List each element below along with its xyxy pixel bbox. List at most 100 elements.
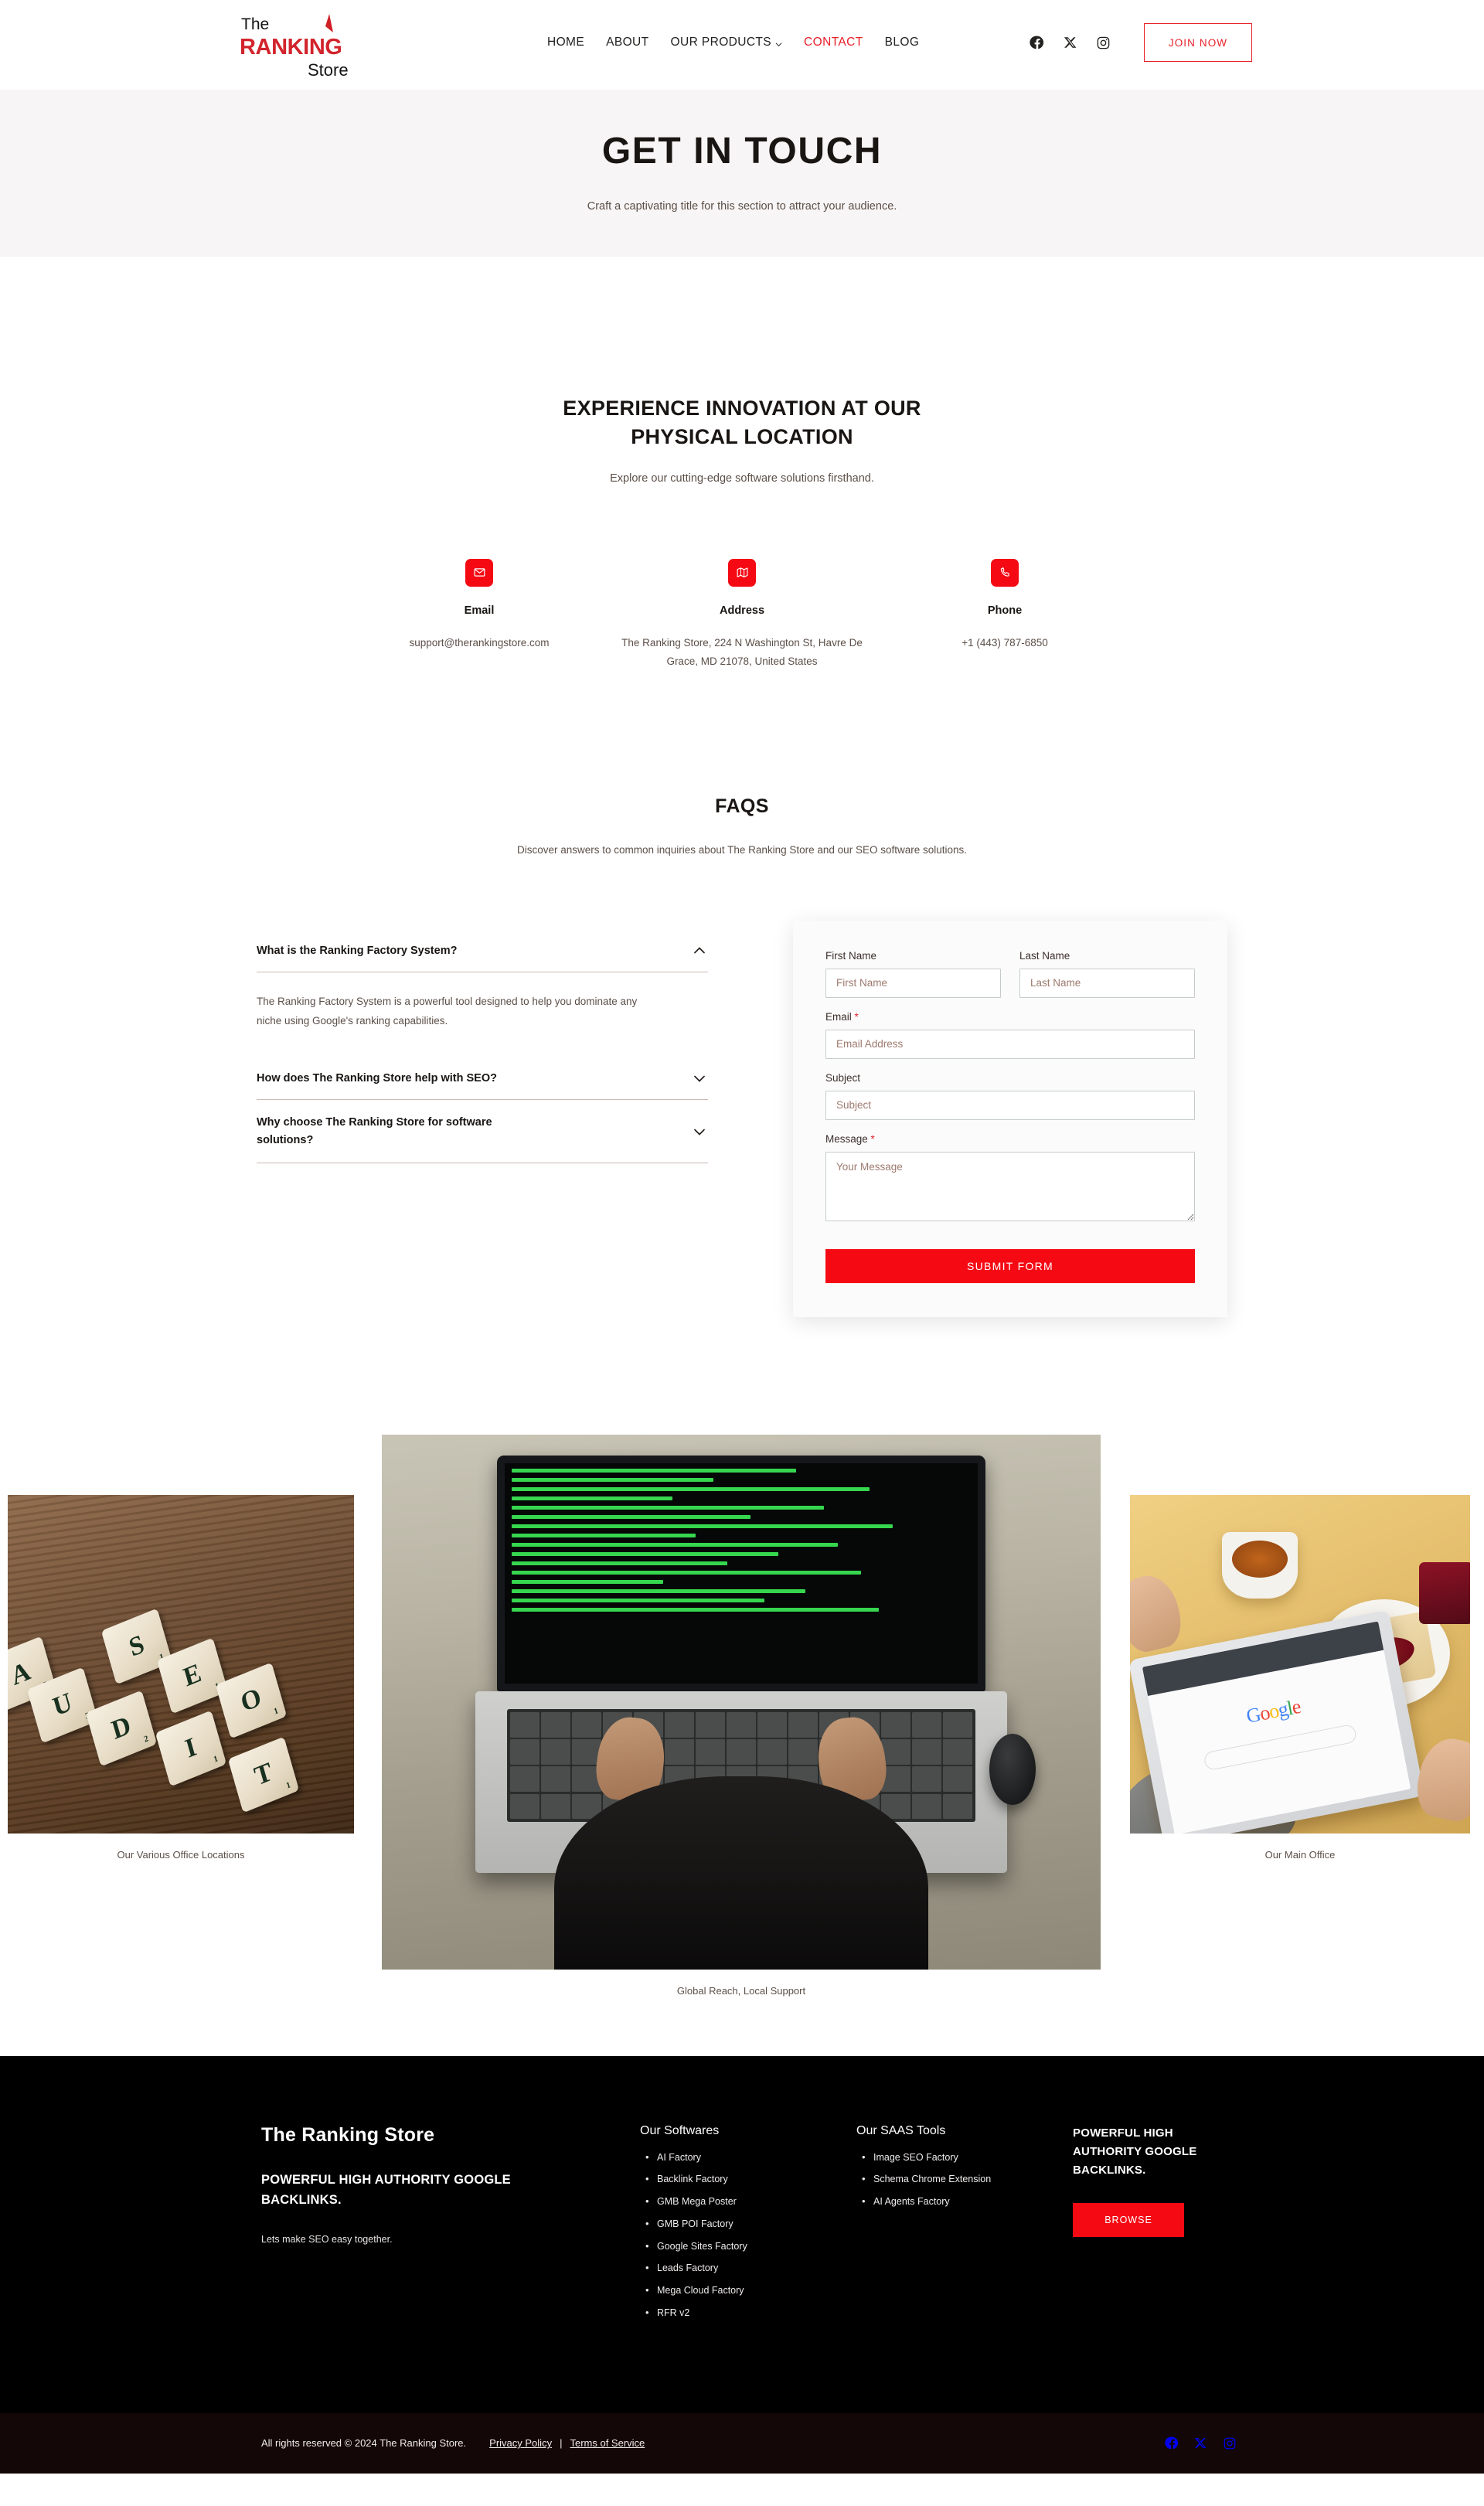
gallery-item-center: Global Reach, Local Support [382,1434,1101,1997]
submit-form-button[interactable]: SUBMIT FORM [825,1248,1195,1283]
subject-input[interactable] [825,1090,1195,1120]
footer-softwares-list: AI Factory Backlink Factory GMB Mega Pos… [640,2150,856,2321]
list-item[interactable]: RFR v2 [645,2305,856,2321]
contact-label-address: Address [719,604,765,617]
faq-question-2: How does The Ranking Store help with SEO… [257,1072,497,1084]
contact-value-email[interactable]: support@therankingstore.com [348,634,611,653]
last-name-input[interactable] [1019,968,1195,998]
x-icon[interactable] [1062,35,1078,51]
jam-jar [1419,1562,1470,1625]
nav-item-blog[interactable]: BLOG [885,36,920,49]
list-item[interactable]: Leads Factory [645,2260,856,2276]
label-email: Email * [825,1011,1195,1023]
innovation-subtitle: Explore our cutting-edge software soluti… [610,472,874,485]
footer-bottom-bar: All rights reserved © 2024 The Ranking S… [0,2412,1484,2474]
faq-answer-1: The Ranking Factory System is a powerful… [257,996,638,1027]
facebook-icon[interactable] [1029,35,1045,51]
label-last-name: Last Name [1019,949,1070,962]
field-subject: Subject [825,1072,1195,1120]
contact-card-phone: Phone +1 (443) 787-6850 [873,558,1136,672]
contact-label-email: Email [464,604,495,617]
footer-brand-column: The Ranking Store POWERFUL HIGH AUTHORIT… [261,2124,640,2328]
faq-toggle-1[interactable]: What is the Ranking Factory System? [257,935,708,972]
contact-value-phone[interactable]: +1 (443) 787-6850 [873,634,1136,653]
footer-softwares-heading: Our Softwares [640,2123,720,2137]
faq-toggle-3[interactable]: Why choose The Ranking Store for softwar… [257,1100,708,1163]
message-textarea[interactable] [825,1151,1195,1221]
footer-saas-heading: Our SAAS Tools [856,2123,946,2137]
hero-section: GET IN TOUCH Craft a captivating title f… [0,90,1484,257]
site-header: The RANKING Store HOME ABOUT OUR PRODUCT… [0,0,1484,90]
first-name-input[interactable] [825,968,1001,998]
contact-label-phone: Phone [987,604,1023,617]
faq-accordion: What is the Ranking Factory System? The … [257,921,708,1164]
faq-section: FAQS Discover answers to common inquirie… [0,672,1484,1317]
contact-card-address: Address The Ranking Store, 224 N Washing… [611,558,873,672]
instagram-icon[interactable] [1222,2436,1237,2450]
svg-text:Store: Store [308,60,349,80]
left-thumb [1130,1569,1187,1656]
computer-mouse [989,1734,1036,1806]
svg-text:RANKING: RANKING [240,35,342,60]
map-icon [728,558,756,587]
page-title: GET IN TOUCH [601,131,883,172]
instagram-icon[interactable] [1095,35,1111,51]
facebook-icon[interactable] [1165,2436,1179,2450]
x-icon[interactable] [1193,2436,1208,2450]
list-item[interactable]: GMB Mega Poster [645,2194,856,2210]
list-item[interactable]: AI Agents Factory [862,2194,1073,2210]
nav-item-home[interactable]: HOME [547,36,584,49]
google-logo: Google [1244,1694,1302,1728]
svg-text:The: The [241,15,269,33]
list-item[interactable]: Mega Cloud Factory [645,2283,856,2299]
email-input[interactable] [825,1029,1195,1059]
chevron-up-icon [691,942,708,959]
person-torso [554,1776,928,1970]
list-item[interactable]: GMB POI Factory [645,2216,856,2232]
faq-subtitle: Discover answers to common inquiries abo… [516,843,968,856]
nav-item-contact[interactable]: CONTACT [804,36,863,49]
label-message-text: Message [825,1132,868,1145]
list-item[interactable]: Google Sites Factory [645,2239,856,2255]
join-now-button[interactable]: JOIN NOW [1144,23,1252,62]
site-logo[interactable]: The RANKING Store [238,9,385,80]
privacy-policy-link[interactable]: Privacy Policy [489,2437,552,2449]
faq-item: What is the Ranking Factory System? The … [257,935,708,1062]
terms-of-service-link[interactable]: Terms of Service [570,2437,645,2449]
gallery-caption-right: Our Main Office [1264,1848,1336,1861]
header-right: JOIN NOW [1029,23,1252,62]
nav-item-about[interactable]: ABOUT [606,36,648,49]
list-item[interactable]: Image SEO Factory [862,2150,1073,2166]
required-marker: * [870,1132,875,1145]
footer-softwares-column: Our Softwares AI Factory Backlink Factor… [640,2124,856,2328]
gallery-caption-center: Global Reach, Local Support [676,1984,806,1997]
label-message: Message * [825,1133,1195,1145]
footer-brand-name: The Ranking Store [261,2123,435,2146]
list-item[interactable]: Backlink Factory [645,2171,856,2188]
footer-small-text: Lets make SEO easy together. [261,2234,393,2246]
footer-saas-list: Image SEO Factory Schema Chrome Extensio… [856,2150,1073,2210]
chevron-down-icon [691,1123,708,1140]
faq-title: FAQS [715,795,769,817]
footer-tagline: POWERFUL HIGH AUTHORITY GOOGLE BACKLINKS… [261,2172,511,2208]
browse-button[interactable]: BROWSE [1073,2203,1184,2238]
label-first-name: First Name [825,949,877,962]
envelope-icon [465,558,493,587]
field-first-name: First Name [825,950,1001,998]
field-email: Email * [825,1011,1195,1059]
list-item[interactable]: AI Factory [645,2150,856,2166]
laptop-screen [496,1456,986,1691]
required-marker: * [854,1010,859,1023]
faq-question-1: What is the Ranking Factory System? [257,944,458,957]
primary-nav: HOME ABOUT OUR PRODUCTS CONTACT BLOG [547,36,919,49]
list-item[interactable]: Schema Chrome Extension [862,2171,1073,2188]
contact-form: First Name Last Name Email * Subject [793,920,1227,1317]
footer-saas-column: Our SAAS Tools Image SEO Factory Schema … [856,2124,1073,2328]
faq-toggle-2[interactable]: How does The Ranking Store help with SEO… [257,1062,708,1099]
gallery-item-right: Google Our Main Office [1130,1494,1470,1861]
innovation-section: EXPERIENCE INNOVATION AT OUR PHYSICAL LO… [0,257,1484,672]
faq-question-3: Why choose The Ranking Store for softwar… [257,1116,492,1146]
field-last-name: Last Name [1019,950,1195,998]
gallery-caption-left: Our Various Office Locations [117,1848,245,1861]
nav-item-our-products[interactable]: OUR PRODUCTS [671,36,783,49]
